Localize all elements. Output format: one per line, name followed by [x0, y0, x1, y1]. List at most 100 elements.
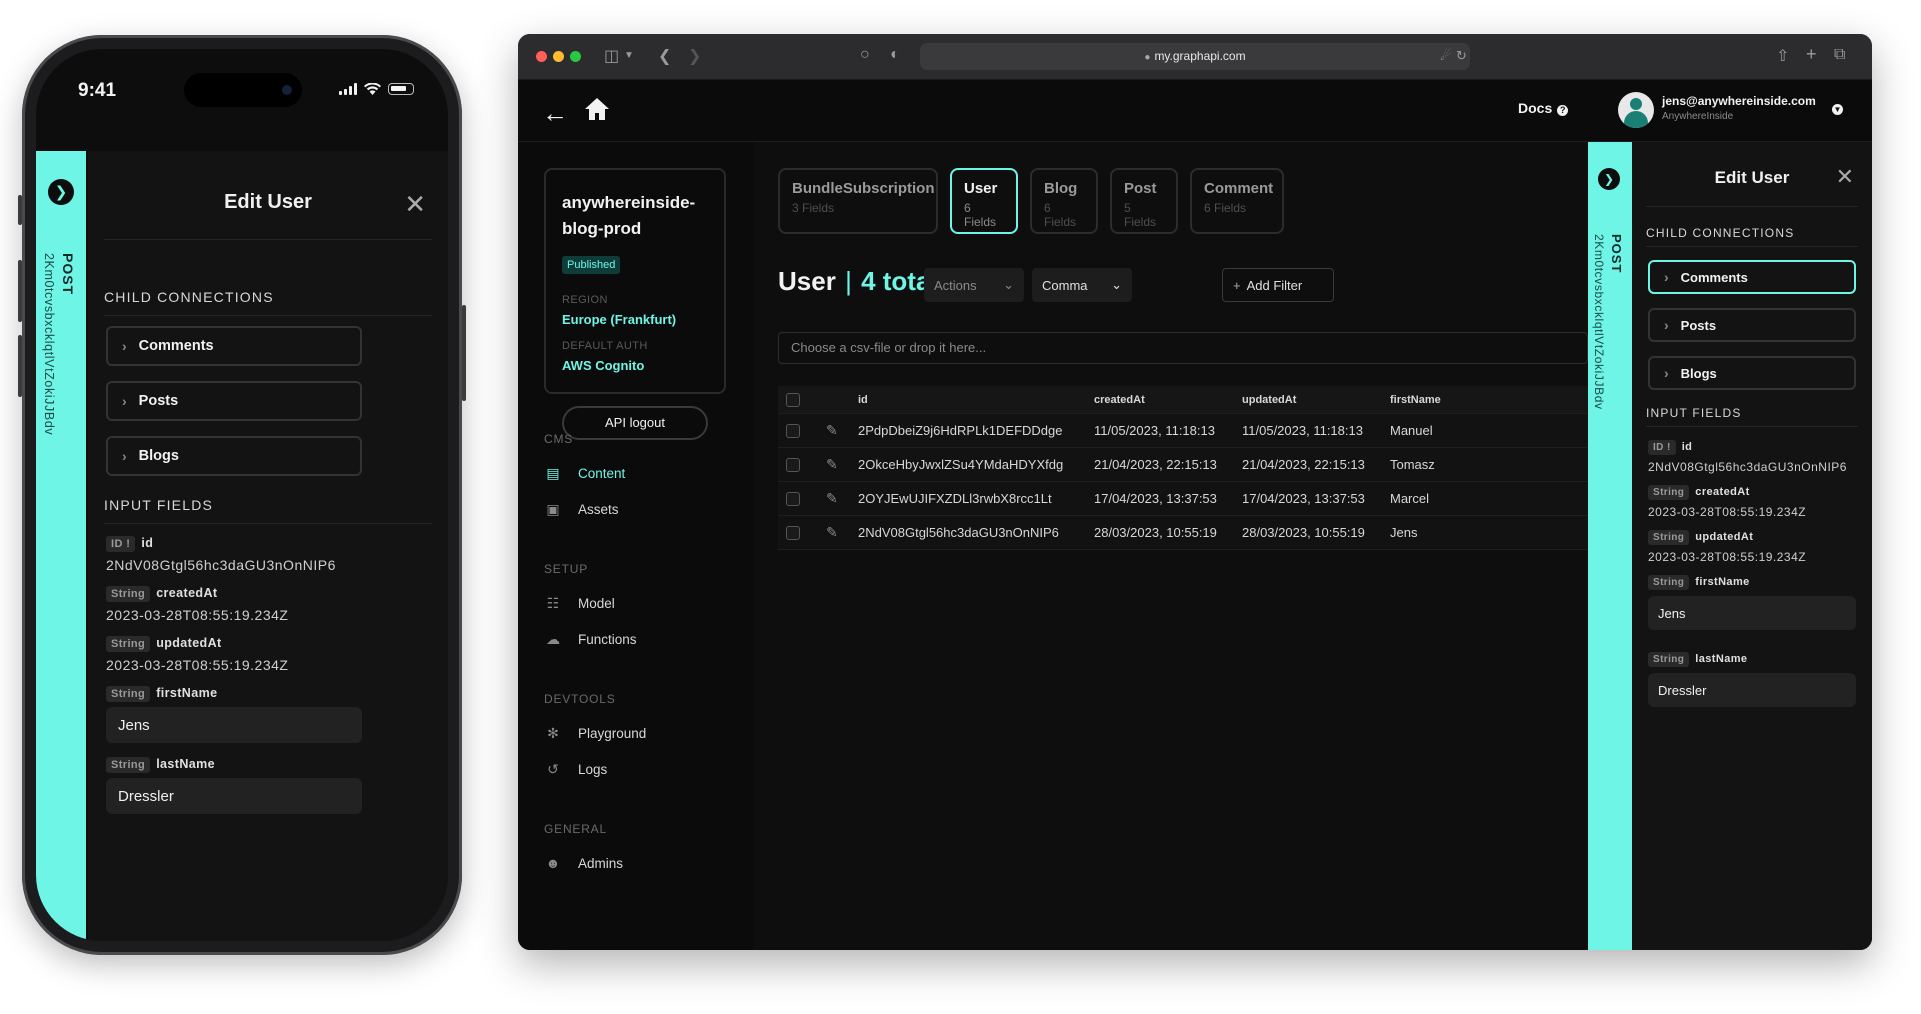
connection-blogs[interactable]: › Blogs	[106, 436, 362, 476]
connection-label: Comments	[138, 338, 214, 354]
arrow-left-icon[interactable]: ←	[542, 98, 568, 129]
phone-action-button	[18, 195, 22, 225]
connection-comments[interactable]: › Comments	[1648, 260, 1856, 294]
row-checkbox[interactable]	[786, 448, 800, 481]
sidebar-item-playground[interactable]: ✻ Playground	[544, 722, 646, 744]
user-email[interactable]: jens@anywhereinside.com	[1662, 94, 1816, 108]
sidebar-item-label: Functions	[578, 631, 637, 647]
sidebar-item-assets[interactable]: ▣ Assets	[544, 498, 618, 520]
lastname-input[interactable]: Dressler	[106, 778, 362, 814]
column-header[interactable]: firstName	[1390, 386, 1441, 413]
model-name: User	[778, 266, 836, 296]
sidebar: anywhereinside-blog-prod Published REGIO…	[518, 142, 754, 950]
status-icons	[339, 83, 414, 95]
add-filter-label: Add Filter	[1246, 277, 1303, 293]
nav-heading-devtools: DEVTOOLS	[544, 692, 616, 706]
forward-nav-icon[interactable]: ❯	[688, 46, 701, 66]
connection-posts[interactable]: › Posts	[1648, 308, 1856, 342]
collapse-panel-button[interactable]: ❯	[48, 179, 74, 205]
chevron-down-icon[interactable]: ▼	[624, 50, 634, 61]
nav-heading-general: GENERAL	[544, 822, 607, 836]
sidebar-item-logs[interactable]: ↺ Logs	[544, 758, 607, 780]
cell-createdat: 28/03/2023, 10:55:19	[1094, 525, 1217, 540]
status-time: 9:41	[78, 80, 117, 101]
minimize-window-button[interactable]	[553, 51, 564, 62]
sidebar-item-functions[interactable]: ☁ Functions	[544, 628, 637, 650]
table-row[interactable]: ✎ 2OYJEwUJIFXZDLl3rwbX8rcc1Lt 17/04/2023…	[778, 482, 1588, 516]
column-header[interactable]: createdAt	[1094, 386, 1145, 413]
sidebar-item-content[interactable]: ▤ Content	[544, 462, 625, 484]
app-header: ← Docs? jens@anywhereinside.com Anywhere…	[518, 80, 1872, 142]
phone-side-button	[462, 305, 466, 401]
table-row[interactable]: ✎ 2NdV08Gtgl56hc3daGU3nOnNIP6 28/03/2023…	[778, 516, 1588, 550]
new-tab-icon[interactable]: +	[1806, 44, 1817, 65]
url-text: my.graphapi.com	[1154, 49, 1246, 63]
csv-upload-input[interactable]: Choose a csv-file or drop it here...	[778, 332, 1588, 364]
delimiter-select[interactable]: Comma ⌄	[1032, 268, 1132, 302]
field-type-badge: ID !	[1648, 440, 1676, 455]
globe-icon[interactable]: ○	[860, 46, 870, 64]
close-icon[interactable]: ✕	[1836, 164, 1854, 190]
zoom-window-button[interactable]	[570, 51, 581, 62]
row-checkbox[interactable]	[786, 482, 800, 515]
field-type-badge: String	[1648, 652, 1690, 667]
region-value: Europe (Frankfurt)	[562, 312, 677, 327]
column-header[interactable]: updatedAt	[1242, 386, 1296, 413]
field-type-badge: String	[106, 757, 151, 773]
plus-icon: +	[1233, 277, 1241, 293]
table-row[interactable]: ✎ 2OkceHbyJwxlZSu4YMdaHDYXfdg 21/04/2023…	[778, 448, 1588, 482]
connection-comments[interactable]: › Comments	[106, 326, 362, 366]
chevron-right-icon: ❯	[54, 184, 68, 201]
home-icon[interactable]	[584, 96, 610, 122]
tab-post[interactable]: Post 5 Fields	[1110, 168, 1178, 234]
edit-icon[interactable]: ✎	[826, 516, 838, 549]
connection-label: Blogs	[138, 448, 179, 464]
tab-bundlesubscription[interactable]: BundleSubscription 3 Fields	[778, 168, 938, 234]
lastname-input[interactable]: Dressler	[1648, 673, 1856, 707]
connection-blogs[interactable]: › Blogs	[1648, 356, 1856, 390]
row-checkbox[interactable]	[786, 516, 800, 549]
edit-icon[interactable]: ✎	[826, 482, 838, 515]
address-bar[interactable]: ● my.graphapi.com	[920, 43, 1470, 70]
image-icon: ▣	[546, 500, 560, 517]
firstname-input[interactable]: Jens	[106, 707, 362, 743]
tab-blog[interactable]: Blog 6 Fields	[1030, 168, 1098, 234]
api-logout-button[interactable]: API logout	[562, 406, 708, 440]
actions-select[interactable]: Actions ⌄	[924, 268, 1024, 302]
sidebar-item-admins[interactable]: ☻ Admins	[544, 852, 623, 874]
history-icon: ↺	[547, 760, 559, 777]
table-row[interactable]: ✎ 2PdpDbeiZ9j6HdRPLk1DEFDDdge 11/05/2023…	[778, 414, 1588, 448]
cell-updatedat: 17/04/2023, 13:37:53	[1242, 491, 1365, 506]
cell-firstname: Manuel	[1390, 423, 1433, 438]
shield-icon[interactable]: ◐	[890, 46, 900, 64]
cell-updatedat: 28/03/2023, 10:55:19	[1242, 525, 1365, 540]
select-all-checkbox[interactable]	[786, 386, 800, 413]
back-nav-icon[interactable]: ❮	[658, 46, 671, 66]
translate-icon[interactable]: ☄	[1440, 48, 1452, 64]
sidebar-item-label: Playground	[578, 725, 647, 741]
edit-icon[interactable]: ✎	[826, 448, 838, 481]
tab-field-count: 6 Fields	[964, 201, 997, 229]
connection-posts[interactable]: › Posts	[106, 381, 362, 421]
sidebar-toggle-icon[interactable]: ◫	[604, 46, 619, 66]
tabs-overview-icon[interactable]: ⧉	[1834, 46, 1845, 64]
chevron-right-icon: ›	[1664, 365, 1669, 381]
row-checkbox[interactable]	[786, 414, 800, 447]
add-filter-button[interactable]: + Add Filter	[1222, 268, 1334, 302]
column-header[interactable]: id	[858, 386, 868, 413]
close-window-button[interactable]	[536, 51, 547, 62]
chevron-down-icon[interactable]: ▼	[1832, 104, 1843, 115]
docs-link[interactable]: Docs?	[1518, 100, 1569, 116]
edit-icon[interactable]: ✎	[826, 414, 838, 447]
reload-icon[interactable]: ↻	[1456, 48, 1467, 64]
divider	[104, 239, 432, 240]
tab-comment[interactable]: Comment 6 Fields	[1190, 168, 1284, 234]
avatar[interactable]	[1618, 92, 1654, 128]
collapse-panel-button[interactable]: ❯	[1598, 168, 1620, 190]
share-icon[interactable]: ⇧	[1776, 46, 1789, 66]
firstname-input[interactable]: Jens	[1648, 596, 1856, 630]
sidebar-item-model[interactable]: ☷ Model	[544, 592, 615, 614]
field-id-label: ID ! id	[106, 536, 153, 552]
tab-user[interactable]: User 6 Fields	[950, 168, 1018, 234]
close-icon[interactable]: ✕	[404, 189, 426, 220]
